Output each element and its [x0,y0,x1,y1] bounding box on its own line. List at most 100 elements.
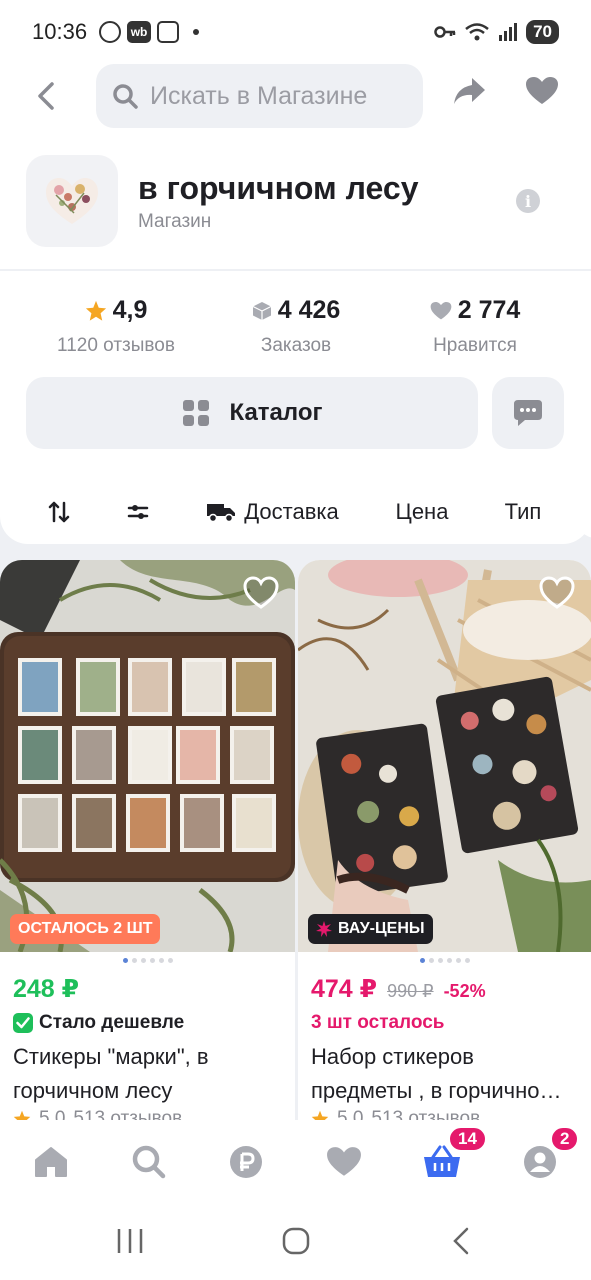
product-rating: 5,0 513 отзывов [311,1108,480,1120]
profile-icon [524,1146,556,1178]
status-time: 10:36 [32,19,88,44]
share-icon [454,78,485,104]
sort-icon [48,501,70,523]
filter-type-label: Тип [504,499,542,524]
search-icon [113,84,138,109]
battery-indicator: 70 [526,20,559,44]
signal-icon [499,23,518,41]
old-price: 990 ₽ [387,981,434,1001]
product-image[interactable]: ВАУ-ЦЕНЫ [298,560,591,952]
stat-orders: 4 426 Заказов [206,296,386,357]
favorite-shop-button[interactable] [525,76,567,118]
stat-likes: 2 774 Нравится [385,296,565,357]
sort-button[interactable] [26,486,92,538]
profile-notification-badge: 2 [550,1126,580,1152]
back-nav-icon[interactable] [450,1226,472,1256]
promo-text: Стало дешевле [39,1012,185,1033]
share-button[interactable] [452,76,494,118]
filter-more[interactable] [576,486,591,538]
stock-badge: ОСТАЛОСЬ 2 ШТ [10,914,161,944]
home-button-icon[interactable] [282,1226,310,1256]
product-price: 474 ₽ [311,975,378,1003]
product-title[interactable]: Стикеры "марки", в горчичном лесу [13,1040,283,1108]
wifi-icon [465,23,489,41]
favorite-button[interactable] [539,576,575,612]
image-pagination [0,958,295,963]
heart-icon [430,301,452,319]
nav-favorites[interactable] [319,1140,369,1184]
status-bar: 10:36 wb 70 [0,0,591,64]
grid-icon [182,400,209,426]
wb-app-icon: wb [127,21,152,43]
ruble-icon [230,1146,262,1178]
likes-value: 2 774 [457,296,521,324]
filter-price[interactable]: Цена [374,486,470,538]
chat-icon [514,400,542,426]
product-title[interactable]: Набор стикеров предметы , в горчично… [311,1040,581,1108]
filter-type[interactable]: Тип [483,486,563,538]
search-placeholder: Искать в Магазине [150,81,368,110]
product-card[interactable]: ВАУ-ЦЕНЫ 474 ₽ 990 ₽ -52% 3 шт осталось … [298,560,591,1120]
filter-price-label: Цена [395,499,449,524]
orders-label: Заказов [260,335,332,356]
catalog-label: Каталог [229,399,323,426]
search-input[interactable]: Искать в Магазине [96,64,423,128]
nav-payment[interactable] [221,1140,271,1184]
rating-value: 5,0 [39,1108,66,1120]
filter-delivery[interactable]: Доставка [184,486,361,538]
message-status-icon [99,21,122,43]
system-navigation [0,1204,591,1280]
nav-search[interactable] [124,1140,174,1184]
search-icon [132,1145,166,1179]
favorite-button[interactable] [243,576,279,612]
reviews-count: 513 отзывов [371,1108,481,1120]
star-icon [85,300,106,321]
heart-outline-icon [243,576,279,609]
rating-value: 4,9 [112,296,148,324]
back-button[interactable] [26,76,66,116]
shop-header: Искать в Магазине в горчичном лесу Магаз… [0,64,591,544]
box-icon [252,301,271,320]
rating-value: 5,0 [337,1108,364,1120]
reviews-count: 513 отзывов [73,1108,183,1120]
chevron-left-icon [38,82,54,110]
nav-home[interactable] [26,1140,76,1184]
likes-label: Нравится [433,335,517,356]
info-icon[interactable]: i [516,189,540,213]
filter-delivery-label: Доставка [244,499,339,524]
sliders-icon [127,505,149,519]
bottom-navigation: 14 2 [0,1120,591,1204]
heart-icon [327,1147,361,1176]
divider [0,269,591,271]
product-image[interactable]: ОСТАЛОСЬ 2 ШТ [0,560,295,952]
shop-type: Магазин [138,211,212,232]
check-icon [13,1013,33,1033]
promo-badge: ВАУ-ЦЕНЫ [308,914,433,944]
more-notifications-dot [193,29,200,35]
calendar-status-icon [157,21,180,43]
home-icon [35,1147,67,1177]
discount: -52% [443,981,486,1001]
recent-apps-icon[interactable] [116,1228,144,1254]
star-icon [311,1110,329,1120]
cart-count-badge: 14 [448,1126,487,1152]
stock-left: 3 шт осталось [311,1012,445,1033]
filters-button[interactable] [105,486,171,538]
star-icon [13,1110,31,1120]
stat-rating[interactable]: 4,9 1120 отзывов [26,296,206,357]
orders-value: 4 426 [277,296,341,324]
filter-bar: Доставка Цена Тип [0,486,591,538]
key-icon [434,26,456,38]
shop-logo [26,155,118,247]
product-rating: 5,0 513 отзывов [13,1108,182,1120]
product-card[interactable]: ОСТАЛОСЬ 2 ШТ 248 ₽ Стало дешевле Стикер… [0,560,295,1120]
rating-label: 1120 отзывов [57,335,175,356]
catalog-button[interactable]: Каталог [26,377,478,449]
product-price: 248 ₽ [13,975,80,1003]
promo-badge-label: ВАУ-ЦЕНЫ [338,920,425,937]
heart-outline-icon [539,576,575,609]
truck-icon [207,504,236,523]
chat-button[interactable] [492,377,564,449]
burst-icon [316,921,332,937]
shop-name: в горчичном лесу [138,170,419,206]
